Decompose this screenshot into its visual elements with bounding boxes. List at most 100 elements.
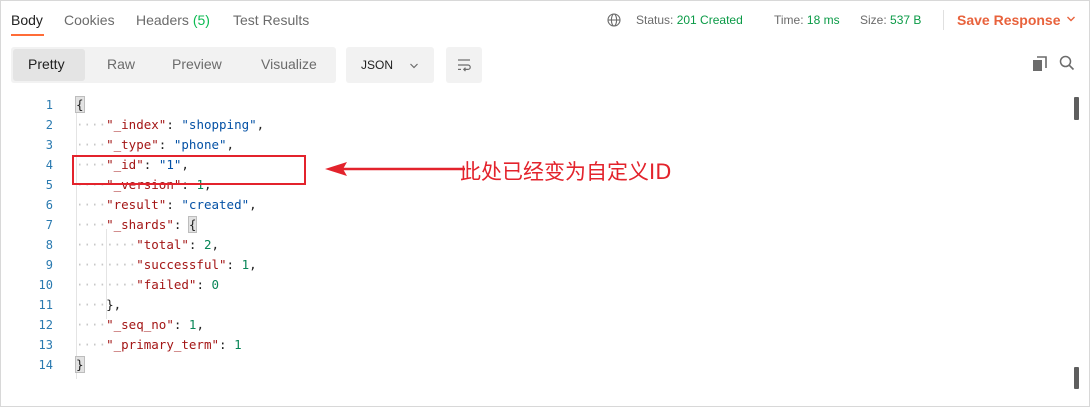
view-raw-button[interactable]: Raw [107, 56, 135, 72]
view-visualize-button[interactable]: Visualize [261, 56, 317, 72]
tab-body[interactable]: Body [11, 12, 43, 28]
json-key: "_type" [106, 137, 159, 152]
tab-cookies[interactable]: Cookies [64, 12, 115, 28]
json-separator: : [173, 217, 189, 232]
scrollbar-thumb[interactable] [1074, 367, 1079, 389]
globe-icon[interactable] [607, 13, 621, 27]
json-separator: : [226, 257, 242, 272]
indent-whitespace: ········ [76, 237, 137, 252]
size-label: Size: [860, 13, 887, 27]
json-key: "_shards" [106, 217, 174, 232]
json-number-value: 1 [234, 337, 242, 352]
chevron-down-icon [410, 63, 418, 69]
status-info[interactable]: Status: 201 Created [636, 13, 743, 27]
json-key: "_seq_no" [106, 317, 174, 332]
code-text: ····"_index": "shopping", [76, 115, 264, 135]
time-info[interactable]: Time: 18 ms [774, 13, 840, 27]
line-number: 7 [45, 218, 53, 232]
json-brace: { [75, 96, 85, 113]
json-punctuation: }, [106, 297, 122, 312]
format-dropdown-value: JSON [361, 58, 394, 72]
size-info[interactable]: Size: 537 B [860, 13, 921, 27]
json-key: "failed" [136, 277, 197, 292]
line-number: 14 [38, 358, 53, 372]
indent-whitespace: ···· [76, 297, 107, 312]
tab-headers[interactable]: Headers (5) [136, 12, 210, 28]
code-line: 1{ [1, 95, 1061, 115]
json-punctuation: , [256, 117, 265, 132]
code-line: 11 ····}, [1, 295, 1061, 315]
code-text: ····"_seq_no": 1, [76, 315, 204, 335]
code-text: ········"total": 2, [76, 235, 219, 255]
scrollbar-thumb[interactable] [1074, 97, 1079, 120]
json-punctuation: , [226, 137, 235, 152]
wrap-lines-icon [458, 59, 471, 72]
chevron-down-icon[interactable] [1066, 14, 1076, 24]
code-text: } [75, 355, 85, 375]
code-line: 10 ········"failed": 0 [1, 275, 1061, 295]
line-number: 9 [45, 258, 53, 272]
line-number: 12 [38, 318, 53, 332]
view-preview-button[interactable]: Preview [172, 56, 222, 72]
indent-whitespace: ···· [76, 217, 107, 232]
code-text: ····}, [76, 295, 121, 315]
json-separator: : [166, 117, 182, 132]
json-key: "total" [136, 237, 189, 252]
response-body-editor[interactable]: 1{2 ····"_index": "shopping", 3 ····"_type"… [1, 95, 1089, 393]
code-text: ········"failed": 0 [76, 275, 219, 295]
tab-headers-label: Headers [136, 12, 189, 28]
code-line: 2 ····"_index": "shopping", [1, 115, 1061, 135]
json-separator: : [173, 317, 189, 332]
status-value: 201 Created [676, 13, 743, 27]
code-line: 14} [1, 355, 1061, 375]
json-string-value: "phone" [173, 137, 227, 152]
indent-whitespace: ···· [76, 317, 107, 332]
code-text: ····"result": "created", [76, 195, 257, 215]
code-line: 9 ········"successful": 1, [1, 255, 1061, 275]
json-punctuation: , [249, 197, 257, 212]
search-icon[interactable] [1059, 55, 1075, 71]
indent-whitespace: ···· [76, 137, 107, 152]
tab-test-results[interactable]: Test Results [233, 12, 309, 28]
json-brace: } [75, 356, 85, 373]
copy-icon[interactable] [1032, 56, 1048, 72]
toolbar-divider [943, 10, 944, 30]
line-number: 3 [45, 138, 53, 152]
json-punctuation: , [196, 317, 204, 332]
save-response-button[interactable]: Save Response [957, 12, 1061, 28]
wrap-lines-button[interactable] [446, 47, 482, 83]
headers-count-badge: (5) [192, 12, 210, 28]
code-line: 13 ····"_primary_term": 1 [1, 335, 1061, 355]
response-tabs-bar: Body Cookies Headers (5) Test Results St… [1, 1, 1089, 39]
view-pretty-button[interactable]: Pretty [28, 56, 65, 72]
format-dropdown[interactable]: JSON [346, 47, 434, 83]
json-punctuation: , [211, 237, 220, 252]
line-number: 1 [45, 98, 53, 112]
code-line: 7 ····"_shards": { [1, 215, 1061, 235]
size-value: 537 B [890, 13, 922, 27]
indent-whitespace: ···· [76, 117, 107, 132]
code-text: ····"_primary_term": 1 [76, 335, 242, 355]
line-number: 2 [45, 118, 53, 132]
json-separator: : [166, 197, 182, 212]
json-separator: : [188, 237, 204, 252]
json-separator: : [219, 337, 235, 352]
json-punctuation: , [249, 257, 257, 272]
code-text: ····"_shards": { [76, 215, 198, 235]
annotation-text: 此处已经变为自定义ID [460, 160, 672, 184]
json-separator: : [196, 277, 212, 292]
line-number: 6 [45, 198, 53, 212]
json-key: "_primary_term" [106, 337, 219, 352]
time-label: Time: [774, 13, 804, 27]
indent-whitespace: ········ [76, 277, 137, 292]
arrow-icon [325, 162, 465, 176]
status-label: Status: [636, 13, 674, 27]
code-line: 12 ····"_seq_no": 1, [1, 315, 1061, 335]
active-tab-indicator [11, 34, 44, 36]
line-number: 13 [38, 338, 53, 352]
json-string-value: "created" [181, 197, 250, 212]
code-text: ····"_type": "phone", [76, 135, 234, 155]
json-separator: : [158, 137, 174, 152]
time-value: 18 ms [806, 13, 840, 27]
json-number-value: 1 [241, 257, 250, 272]
